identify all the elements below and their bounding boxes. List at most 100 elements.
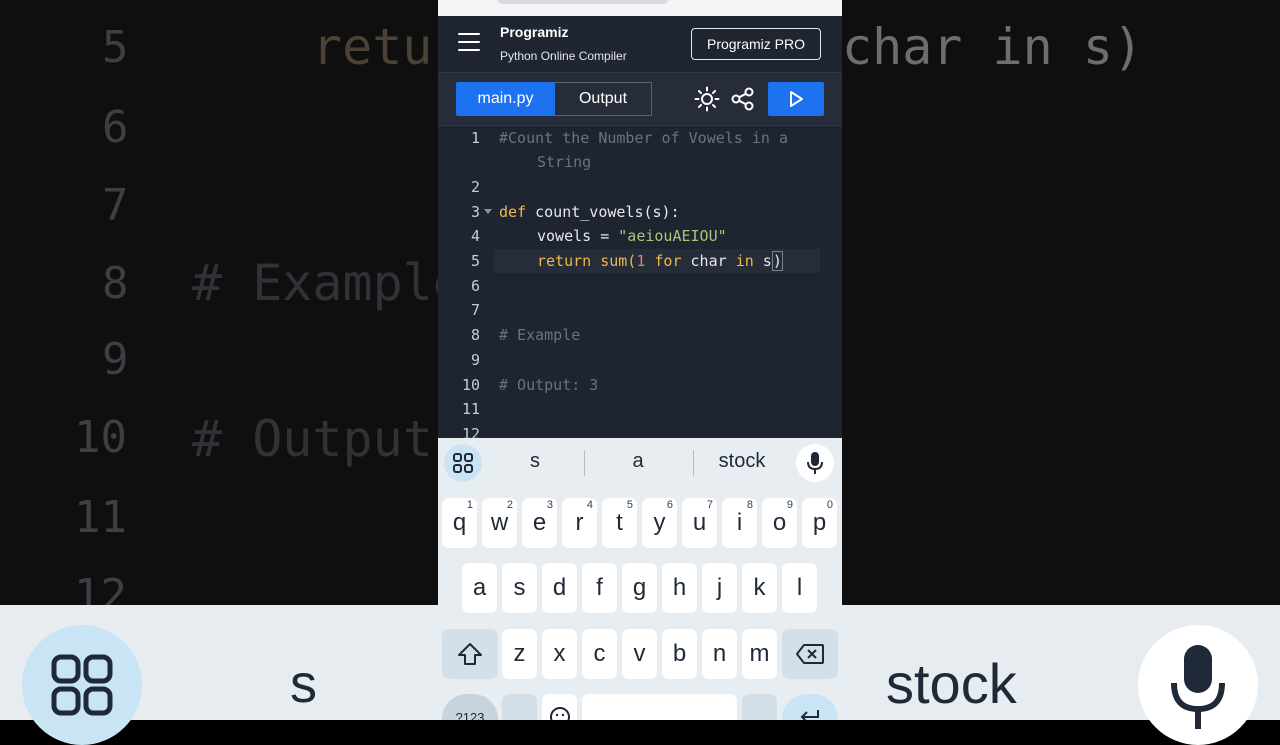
symbols-key[interactable]: ?123 — [442, 694, 498, 720]
code-line: 3 def count_vowels(s): — [438, 200, 842, 224]
code-line: 4 vowels = "aeiouAEIOU" — [438, 224, 842, 248]
key-s[interactable]: s — [502, 563, 537, 613]
number-literal: 1 — [636, 252, 646, 270]
key-i[interactable]: i8 — [722, 498, 757, 548]
key-q[interactable]: q1 — [442, 498, 477, 548]
bg-line-number: 9 — [102, 334, 129, 385]
line-number: 7 — [470, 301, 480, 319]
programiz-pro-button[interactable]: Programiz PRO — [691, 28, 821, 60]
key-x[interactable]: x — [542, 629, 577, 679]
bg-line-number: 11 — [74, 492, 127, 543]
comma-key[interactable] — [502, 694, 537, 720]
key-y[interactable]: y6 — [642, 498, 677, 548]
key-w[interactable]: w2 — [482, 498, 517, 548]
bg-comment-fragment: # Output — [192, 410, 433, 468]
programiz-logo[interactable]: Programiz — [500, 24, 568, 40]
key-c[interactable]: c — [582, 629, 617, 679]
key-r[interactable]: r4 — [562, 498, 597, 548]
key-a[interactable]: a — [462, 563, 497, 613]
editor-toolbar: main.py Output — [438, 72, 842, 126]
bg-mic-icon — [1138, 625, 1258, 745]
code-editor[interactable]: 1 #Count the Number of Vowels in a Strin… — [438, 126, 842, 438]
code-line: 10 # Output: 3 — [438, 373, 842, 397]
run-button[interactable] — [768, 82, 824, 116]
code-text: #Count the Number of Vowels in a — [499, 129, 788, 147]
code-line: String — [438, 150, 842, 174]
suggestion-item[interactable]: a — [598, 450, 678, 473]
code-text: sum( — [600, 252, 637, 270]
key-l[interactable]: l — [782, 563, 817, 613]
period-key[interactable] — [742, 694, 777, 720]
code-line: 6 — [438, 274, 842, 298]
code-text: # Output: 3 — [499, 376, 599, 394]
key-h[interactable]: h — [662, 563, 697, 613]
key-b[interactable]: b — [662, 629, 697, 679]
line-number: 6 — [470, 277, 480, 295]
emoji-icon — [549, 707, 570, 720]
bg-line-number: 10 — [74, 412, 127, 463]
line-number: 3 — [470, 203, 480, 221]
key-v[interactable]: v — [622, 629, 657, 679]
bg-grid-icon — [22, 625, 142, 745]
line-number: 8 — [470, 326, 480, 344]
key-z[interactable]: z — [502, 629, 537, 679]
app-subtitle: Python Online Compiler — [500, 49, 627, 63]
suggestion-item[interactable]: s — [495, 450, 575, 473]
key-j[interactable]: j — [702, 563, 737, 613]
key-m[interactable]: m — [742, 629, 777, 679]
sun-icon[interactable] — [694, 86, 720, 112]
key-k[interactable]: k — [742, 563, 777, 613]
key-u[interactable]: u7 — [682, 498, 717, 548]
phone-screen: Programiz Python Online Compiler Program… — [438, 0, 842, 720]
key-d[interactable]: d — [542, 563, 577, 613]
line-number: 9 — [470, 351, 480, 369]
key-n[interactable]: n — [702, 629, 737, 679]
microphone-icon[interactable] — [796, 444, 834, 482]
key-f[interactable]: f — [582, 563, 617, 613]
tab-main-py[interactable]: main.py — [456, 82, 555, 116]
share-icon[interactable] — [730, 86, 756, 112]
code-text: ) — [771, 251, 783, 271]
code-text: char — [690, 252, 727, 270]
grid-icon[interactable] — [444, 444, 482, 482]
emoji-key[interactable] — [542, 694, 577, 720]
keyword: def — [499, 203, 527, 221]
enter-key[interactable] — [782, 694, 838, 720]
key-o[interactable]: o9 — [762, 498, 797, 548]
hamburger-icon[interactable] — [458, 33, 480, 51]
code-text: vowels = — [537, 227, 619, 245]
key-p[interactable]: p0 — [802, 498, 837, 548]
bg-line-number: 8 — [102, 258, 129, 309]
bg-code-fragment: char in s) — [842, 18, 1144, 76]
code-text: String — [537, 153, 592, 171]
background-keyboard-left: s — [0, 605, 438, 745]
line-number: 10 — [461, 376, 480, 394]
code-line: 12 — [438, 422, 842, 438]
code-line: 5 return sum(1 for char in s) — [438, 249, 842, 273]
code-line: 2 — [438, 175, 842, 199]
key-e[interactable]: e3 — [522, 498, 557, 548]
string-literal: "aeiouAEIOU" — [618, 227, 727, 245]
keyword: return — [537, 252, 592, 270]
code-text: count_vowels(s): — [535, 203, 680, 221]
line-number: 12 — [461, 425, 480, 438]
code-line: 9 — [438, 348, 842, 372]
key-g[interactable]: g — [622, 563, 657, 613]
code-line: 1 #Count the Number of Vowels in a — [438, 126, 842, 150]
suggestion-item[interactable]: stock — [702, 450, 782, 473]
on-screen-keyboard: s a stock q1 w2 e3 r4 t5 y6 u7 i8 o9 p0 … — [438, 438, 842, 720]
app-header: Programiz Python Online Compiler Program… — [438, 16, 842, 72]
line-number: 2 — [470, 178, 480, 196]
key-t[interactable]: t5 — [602, 498, 637, 548]
space-key[interactable] — [582, 694, 737, 720]
code-line: 8 # Example — [438, 323, 842, 347]
tab-output[interactable]: Output — [555, 82, 652, 116]
bg-code-fragment: retur — [312, 18, 438, 76]
backspace-key[interactable] — [782, 629, 838, 679]
shift-key[interactable] — [442, 629, 498, 679]
fold-arrow-icon[interactable] — [484, 209, 492, 214]
notch — [498, 0, 668, 4]
line-number: 1 — [470, 129, 480, 147]
bg-suggestion: stock — [886, 652, 1017, 715]
bg-line-number: 5 — [102, 22, 129, 73]
